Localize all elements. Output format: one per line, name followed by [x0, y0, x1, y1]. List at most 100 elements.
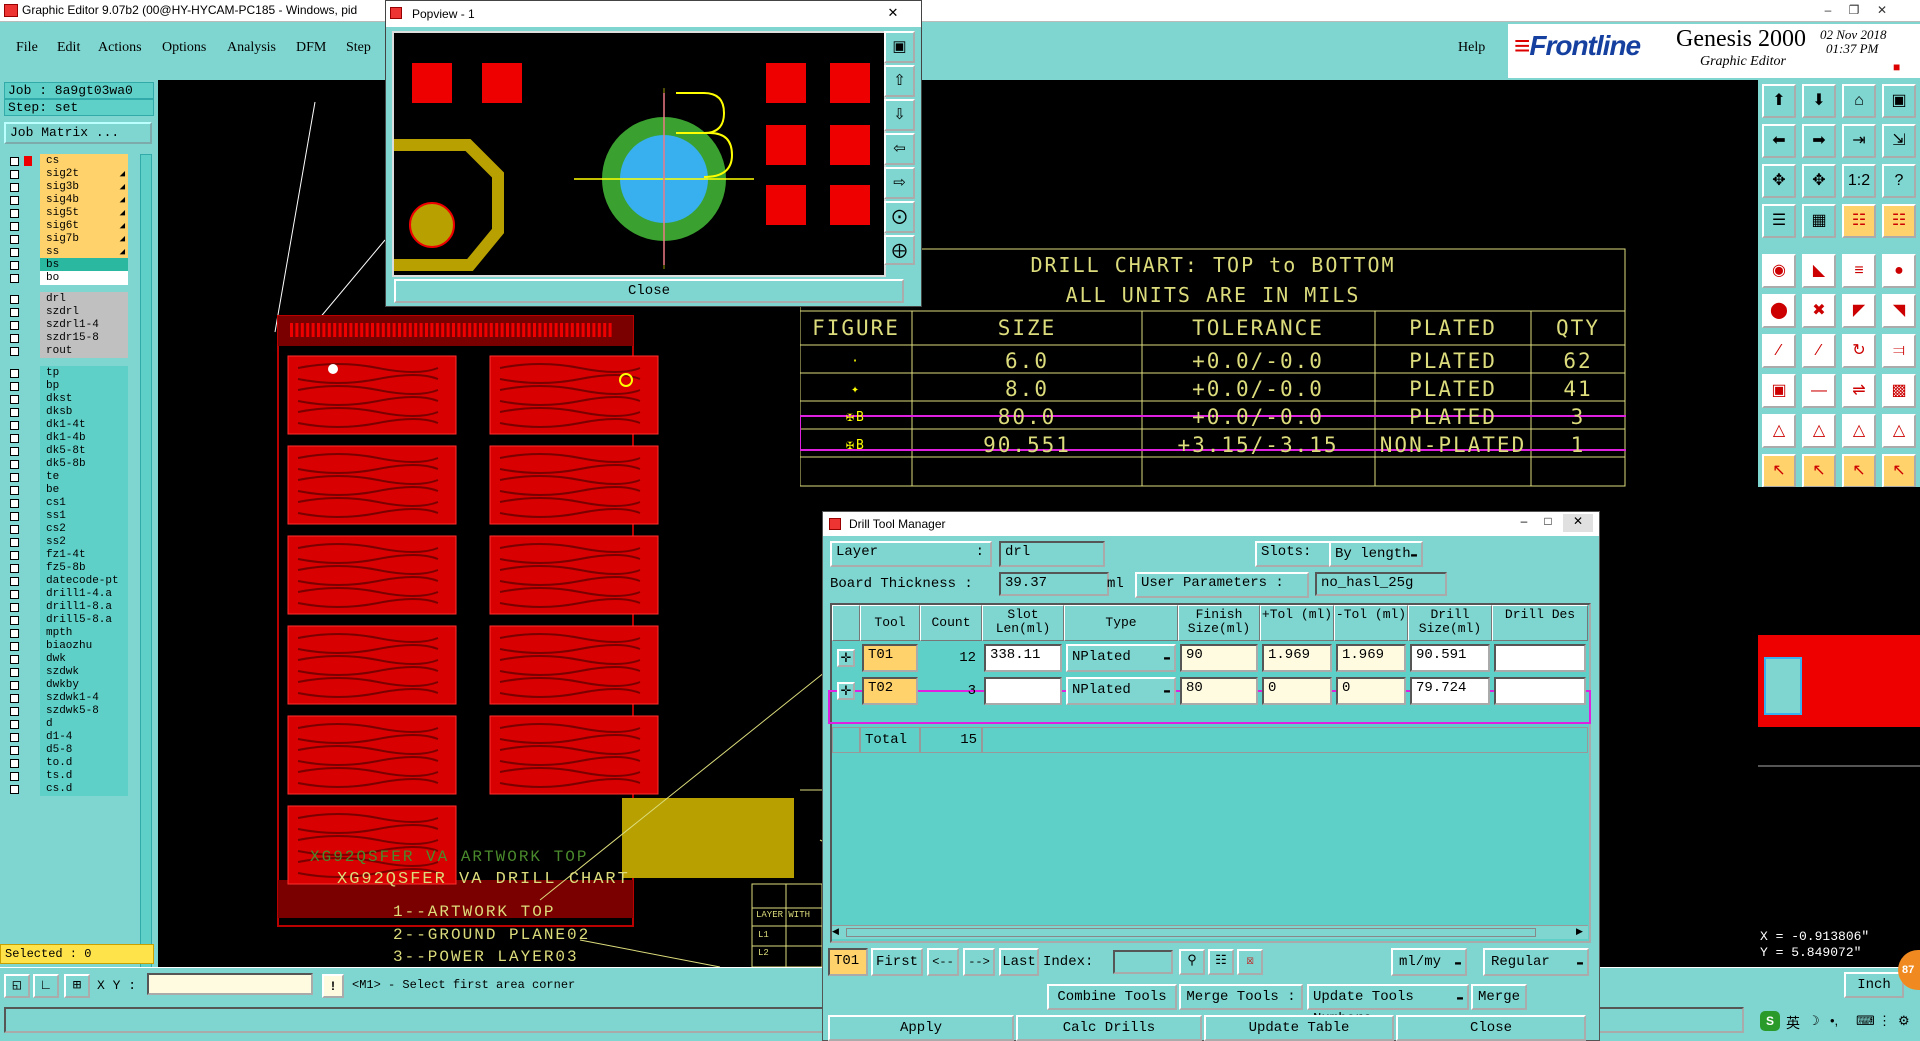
keyboard-icon[interactable]: ⌨	[1856, 1013, 1875, 1029]
xy-input[interactable]	[147, 973, 313, 995]
layer-checkbox[interactable]	[10, 538, 19, 547]
layer-checkbox[interactable]	[10, 295, 19, 304]
tool-button-icon[interactable]: ↖	[1802, 454, 1836, 488]
tool-button-icon[interactable]: ◤	[1842, 294, 1876, 328]
layer-checkbox[interactable]	[10, 577, 19, 586]
layer-checkbox[interactable]	[10, 694, 19, 703]
menu-help[interactable]: Help	[1458, 40, 1485, 56]
grid-icon[interactable]: ⊞	[64, 974, 90, 998]
layer-checkbox[interactable]	[10, 334, 19, 343]
popview-close-button[interactable]: Close	[394, 279, 904, 303]
find-icon[interactable]: ⚲	[1179, 949, 1205, 975]
tool-button-icon[interactable]: ➡	[1802, 124, 1836, 158]
row-select-icon[interactable]: ✛	[837, 682, 855, 700]
tool-button-icon[interactable]: △	[1802, 414, 1836, 448]
layer-checkbox[interactable]	[10, 525, 19, 534]
user-params-field[interactable]: no_hasl_25g	[1315, 572, 1447, 596]
slot-length-field[interactable]	[984, 677, 1062, 705]
tool-button-icon[interactable]: ⬤	[1762, 294, 1796, 328]
pv-zoom-in-icon[interactable]: ⇧	[884, 65, 915, 97]
tool-button-icon[interactable]: ▦	[1802, 204, 1836, 238]
layer-checkbox[interactable]	[10, 772, 19, 781]
ntol-field[interactable]: 1.969	[1336, 644, 1406, 672]
layer-row[interactable]: rout	[6, 344, 128, 359]
tool-button-icon[interactable]: ◥	[1882, 294, 1916, 328]
layer-checkbox[interactable]	[10, 347, 19, 356]
finish-field[interactable]: 80	[1180, 677, 1258, 705]
layer-checkbox[interactable]	[10, 447, 19, 456]
tool-button-icon[interactable]: ▣	[1762, 374, 1796, 408]
layer-checkbox[interactable]	[10, 720, 19, 729]
gear-icon[interactable]: ⚙	[1898, 1013, 1910, 1029]
layer-checkbox[interactable]	[10, 642, 19, 651]
tool-button-icon[interactable]: ↖	[1882, 454, 1916, 488]
popview-canvas[interactable]	[392, 31, 886, 277]
update-tools-numbers-select[interactable]: Update Tools Numbers ▬	[1307, 984, 1469, 1027]
layer-checkbox[interactable]	[10, 564, 19, 573]
pv-zoom-out-icon[interactable]: ⇩	[884, 99, 915, 131]
settings-icon[interactable]: ⋮	[1878, 1013, 1891, 1029]
combine-tools-button[interactable]: Combine Tools	[1047, 984, 1177, 1010]
tool-button-icon[interactable]: △	[1842, 414, 1876, 448]
layer-checkbox[interactable]	[10, 421, 19, 430]
layer-checkbox[interactable]	[10, 308, 19, 317]
minimize-icon[interactable]: –	[1818, 2, 1838, 18]
layer-checkbox[interactable]	[10, 408, 19, 417]
tool-button-icon[interactable]: —	[1802, 374, 1836, 408]
units-button[interactable]: Inch	[1844, 972, 1904, 998]
tool-button-icon[interactable]: ?	[1882, 164, 1916, 198]
tool-button-icon[interactable]: ↖	[1762, 454, 1796, 488]
menu-actions[interactable]: Actions	[98, 40, 142, 56]
layer-checkbox[interactable]	[10, 196, 19, 205]
layer-checkbox[interactable]	[10, 733, 19, 742]
layer-checkbox[interactable]	[10, 434, 19, 443]
layer-checkbox[interactable]	[10, 785, 19, 794]
tool-button-icon[interactable]: ⬅	[1762, 124, 1796, 158]
menu-analysis[interactable]: Analysis	[227, 40, 276, 56]
tool-button-icon[interactable]: ⬇	[1802, 84, 1836, 118]
measure-icon[interactable]: ∟	[33, 974, 59, 998]
update-table-button[interactable]: Update Table	[1204, 1015, 1394, 1041]
apply-button[interactable]: Apply	[828, 1015, 1014, 1041]
tool-button-icon[interactable]: ∕	[1762, 334, 1796, 368]
layer-checkbox[interactable]	[10, 274, 19, 283]
index-field[interactable]	[1113, 950, 1173, 974]
tool-button-icon[interactable]: ✖	[1802, 294, 1836, 328]
layer-checkbox[interactable]	[10, 590, 19, 599]
menu-options[interactable]: Options	[162, 40, 206, 56]
layer-checkbox[interactable]	[10, 183, 19, 192]
tool-button-icon[interactable]: 1:2	[1842, 164, 1876, 198]
tool-button-icon[interactable]: ●	[1882, 254, 1916, 288]
ime-language[interactable]: 英	[1786, 1013, 1800, 1033]
tool-button-icon[interactable]: ↖	[1842, 454, 1876, 488]
layer-checkbox[interactable]	[10, 499, 19, 508]
tool-button-icon[interactable]: ∕	[1802, 334, 1836, 368]
finish-field[interactable]: 90	[1180, 644, 1258, 672]
tool-button-icon[interactable]: ⌂	[1842, 84, 1876, 118]
scroll-right-icon[interactable]: ▶	[1576, 926, 1583, 937]
tool-button-icon[interactable]: △	[1882, 414, 1916, 448]
pv-zoom-box-icon[interactable]: ⨀	[884, 201, 915, 233]
layer-checkbox[interactable]	[10, 222, 19, 231]
layer-checkbox[interactable]	[10, 460, 19, 469]
tool-button-icon[interactable]: ☷	[1882, 204, 1916, 238]
tool-type-select[interactable]: NPlated ▬	[1066, 677, 1176, 705]
layer-checkbox[interactable]	[10, 321, 19, 330]
menu-step[interactable]: Step	[346, 40, 371, 56]
tool-button-icon[interactable]: ☰	[1762, 204, 1796, 238]
clear-icon[interactable]: ☒	[1237, 949, 1263, 975]
tool-button-icon[interactable]: ▣	[1882, 84, 1916, 118]
moon-icon[interactable]: ☽	[1808, 1013, 1820, 1029]
dtm-maximize-icon[interactable]: □	[1537, 514, 1559, 532]
ptol-field[interactable]: 1.969	[1262, 644, 1332, 672]
filter-icon[interactable]: ☷	[1208, 949, 1234, 975]
menu-edit[interactable]: Edit	[57, 40, 80, 56]
layer-field[interactable]: drl	[999, 541, 1105, 567]
tool-button-icon[interactable]: ≡	[1842, 254, 1876, 288]
punct-icon[interactable]: •,	[1830, 1013, 1838, 1028]
thickness-field[interactable]: 39.37	[999, 572, 1109, 596]
pv-pan-left-icon[interactable]: ⇦	[884, 133, 915, 165]
layer-checkbox[interactable]	[10, 170, 19, 179]
layer-checkbox[interactable]	[10, 603, 19, 612]
tool-button-icon[interactable]: ⇌	[1842, 374, 1876, 408]
